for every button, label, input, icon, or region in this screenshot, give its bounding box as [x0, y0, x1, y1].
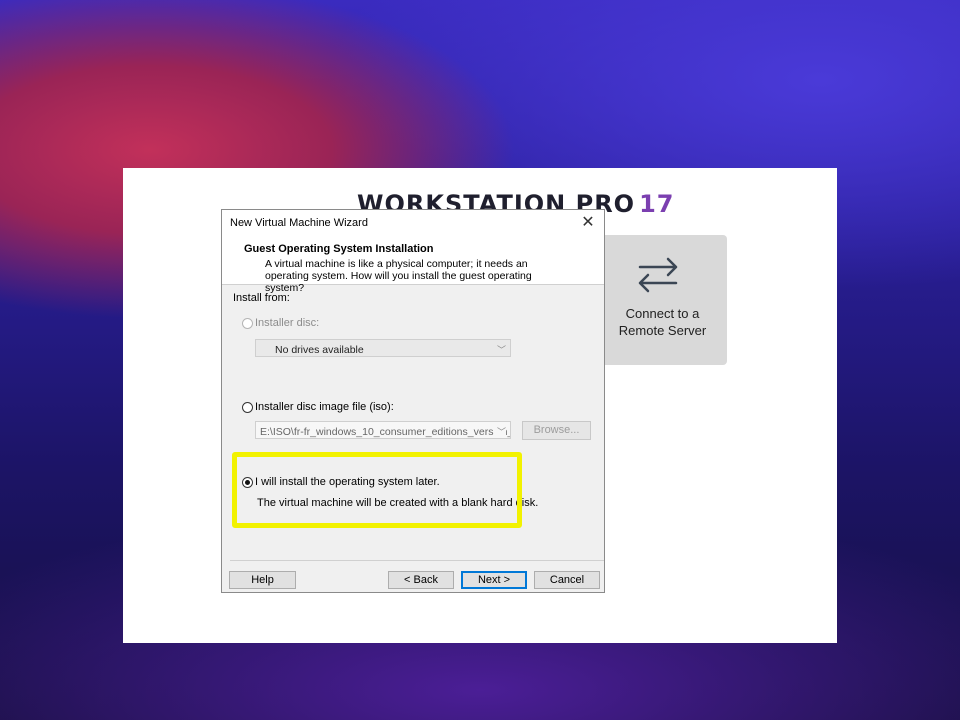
brand-version: 17 [639, 190, 675, 218]
installer-disc-dropdown: No drives available ﹀ [255, 339, 511, 357]
new-vm-wizard-dialog: New Virtual Machine Wizard ✕ Guest Opera… [221, 209, 605, 593]
installer-disc-radio [242, 318, 253, 329]
swap-arrows-icon [638, 257, 678, 293]
cancel-button[interactable]: Cancel [534, 571, 600, 589]
iso-radio[interactable] [242, 402, 253, 413]
dialog-title: New Virtual Machine Wizard [230, 217, 368, 229]
dialog-titlebar: New Virtual Machine Wizard ✕ [222, 210, 604, 236]
wizard-step-description: A virtual machine is like a physical com… [265, 258, 532, 294]
chevron-down-icon[interactable]: ﹀ [493, 425, 506, 438]
close-icon[interactable]: ✕ [578, 213, 598, 233]
annotation-highlight-box [232, 452, 522, 528]
iso-path-combo[interactable]: E:\ISO\fr-fr_windows_10_consumer_edition… [255, 421, 511, 439]
dropdown-value: No drives available [275, 344, 364, 356]
iso-label[interactable]: Installer disc image file (iso): [255, 401, 394, 413]
back-button[interactable]: < Back [388, 571, 454, 589]
installer-disc-label: Installer disc: [255, 317, 320, 329]
wizard-header: Guest Operating System Installation A vi… [222, 236, 604, 294]
wizard-step-title: Guest Operating System Installation [244, 243, 434, 255]
connect-remote-server-card[interactable]: Connect to a Remote Server [598, 235, 727, 365]
help-button[interactable]: Help [229, 571, 296, 589]
browse-button[interactable]: Browse... [522, 421, 591, 440]
chevron-down-icon: ﹀ [496, 345, 506, 355]
footer-divider [230, 560, 604, 561]
iso-path-value: E:\ISO\fr-fr_windows_10_consumer_edition… [260, 426, 511, 438]
next-button[interactable]: Next > [461, 571, 527, 589]
remote-card-label: Connect to a Remote Server [618, 306, 707, 338]
install-from-label: Install from: [233, 292, 290, 304]
